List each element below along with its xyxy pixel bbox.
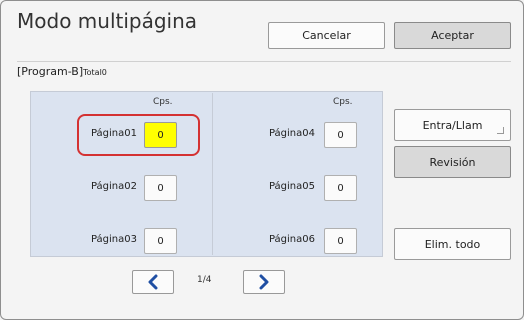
review-button[interactable]: Revisión bbox=[394, 146, 511, 178]
copies-input-page01[interactable]: 0 bbox=[144, 122, 177, 148]
corner-mark-icon bbox=[497, 127, 504, 134]
column-divider bbox=[212, 93, 213, 255]
right-column-header: Cps. bbox=[333, 97, 353, 107]
program-summary: [Program-B]Total0 bbox=[17, 65, 107, 78]
copies-input-page05[interactable]: 0 bbox=[324, 175, 357, 201]
accept-button[interactable]: Aceptar bbox=[394, 22, 511, 49]
total-copies: Total0 bbox=[83, 68, 107, 77]
page-label-05: Página05 bbox=[268, 181, 315, 192]
next-page-button[interactable] bbox=[243, 270, 285, 294]
page-indicator: 1/4 bbox=[197, 275, 212, 285]
entry-recall-button[interactable]: Entra/Llam bbox=[394, 109, 511, 141]
multipage-dialog: Modo multipágina Cancelar Aceptar [Progr… bbox=[0, 0, 524, 320]
header-divider bbox=[17, 61, 511, 62]
copies-input-page04[interactable]: 0 bbox=[324, 122, 357, 148]
prev-page-button[interactable] bbox=[132, 270, 174, 294]
left-column-header: Cps. bbox=[153, 97, 173, 107]
entry-recall-label: Entra/Llam bbox=[422, 118, 483, 132]
cancel-button[interactable]: Cancelar bbox=[268, 22, 385, 49]
clear-all-button[interactable]: Elim. todo bbox=[394, 228, 511, 260]
copies-input-page03[interactable]: 0 bbox=[144, 228, 177, 254]
chevron-left-icon bbox=[148, 274, 158, 290]
page-label-06: Página06 bbox=[268, 234, 315, 245]
program-name: [Program-B] bbox=[17, 65, 84, 78]
page-label-02: Página02 bbox=[90, 181, 137, 192]
page-label-03: Página03 bbox=[90, 234, 137, 245]
page-label-04: Página04 bbox=[268, 128, 315, 139]
copies-input-page06[interactable]: 0 bbox=[324, 228, 357, 254]
chevron-right-icon bbox=[259, 274, 269, 290]
page-title: Modo multipágina bbox=[17, 9, 198, 33]
copies-input-page02[interactable]: 0 bbox=[144, 175, 177, 201]
page-label-01: Página01 bbox=[90, 128, 137, 139]
